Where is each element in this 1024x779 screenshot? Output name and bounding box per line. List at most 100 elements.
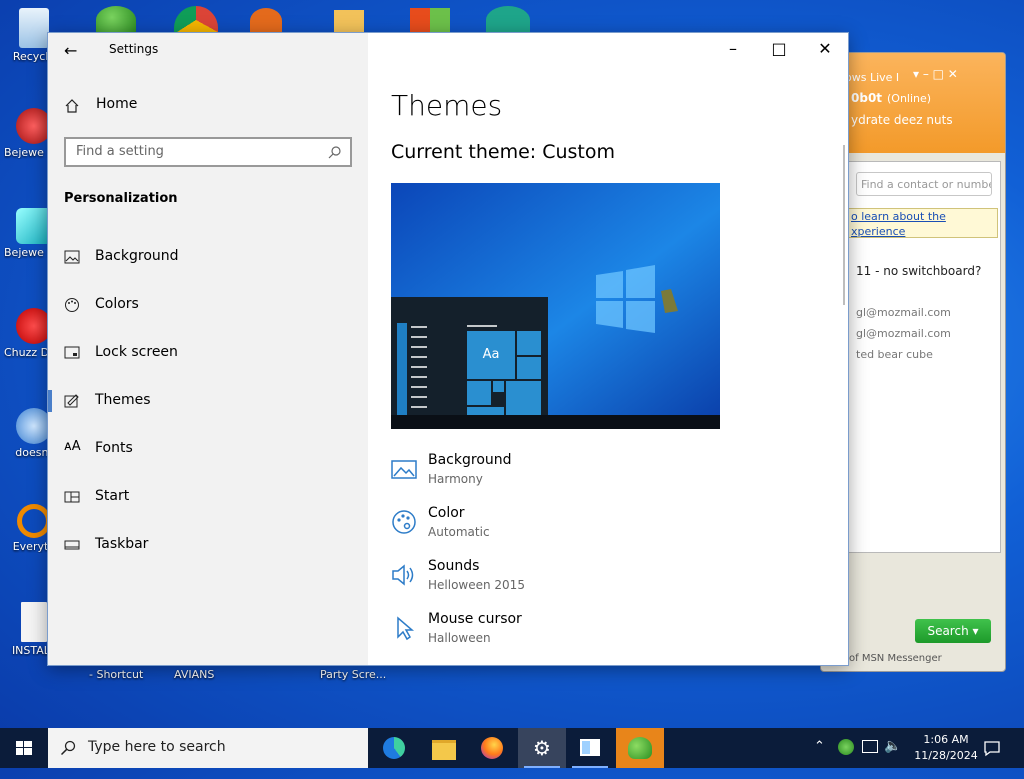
msn-search-button[interactable]: Search ▾ bbox=[915, 619, 991, 643]
lock-screen-icon bbox=[64, 346, 80, 359]
msn-info-banner[interactable]: o learn about the xperience bbox=[848, 208, 998, 238]
msn-footer-text: of MSN Messenger bbox=[849, 653, 942, 664]
search-icon bbox=[60, 740, 76, 756]
msn-header: ows Live I ▾ – □ ✕ 0b0t (Online) ydrate … bbox=[821, 53, 1005, 153]
msn-title: ows Live I bbox=[845, 71, 900, 84]
taskbar-msn-messenger[interactable] bbox=[616, 728, 664, 768]
nav-item-themes[interactable]: Themes bbox=[48, 383, 368, 419]
msn-banner-line: o learn about the bbox=[851, 210, 946, 223]
theme-property-background[interactable]: Background Harmony bbox=[391, 452, 691, 496]
fonts-icon: ᴀA bbox=[64, 439, 81, 454]
minimize-button[interactable]: – bbox=[710, 33, 756, 65]
nav-item-start[interactable]: Start bbox=[48, 479, 368, 515]
windows-logo-icon bbox=[16, 741, 32, 755]
clock-date: 11/28/2024 bbox=[914, 749, 978, 762]
nav-item-background[interactable]: Background bbox=[48, 239, 368, 275]
nav-item-lock-screen[interactable]: Lock screen bbox=[48, 335, 368, 371]
windows-logo-icon[interactable] bbox=[410, 8, 450, 34]
back-arrow-icon[interactable]: ← bbox=[64, 41, 80, 60]
msn-buddies-icon bbox=[628, 737, 652, 759]
maximize-button[interactable]: □ bbox=[756, 33, 802, 65]
chrome-icon[interactable] bbox=[174, 6, 218, 34]
property-name: Sounds bbox=[428, 558, 480, 574]
property-value: Harmony bbox=[428, 472, 483, 486]
taskbar-file-explorer[interactable] bbox=[420, 728, 468, 768]
theme-preview-image bbox=[391, 183, 720, 429]
app-icon bbox=[16, 408, 52, 444]
tray-chevron-icon[interactable]: ⌃ bbox=[814, 739, 825, 779]
theme-property-color[interactable]: Color Automatic bbox=[391, 505, 691, 549]
firefox-icon bbox=[481, 737, 503, 759]
nav-item-colors[interactable]: Colors bbox=[48, 287, 368, 323]
preview-tile-text: Aa bbox=[482, 347, 500, 362]
action-center-icon bbox=[984, 741, 1000, 757]
theme-property-sounds[interactable]: Sounds Helloween 2015 bbox=[391, 558, 691, 602]
volume-icon[interactable]: 🔈 bbox=[884, 738, 901, 778]
speaker-icon bbox=[392, 564, 414, 586]
find-setting-placeholder: Find a setting bbox=[76, 144, 164, 159]
chuzzle-icon bbox=[16, 308, 52, 344]
nav-item-label: Background bbox=[95, 248, 179, 264]
taskbar-search-box[interactable]: Type here to search bbox=[48, 728, 368, 768]
document-icon bbox=[21, 602, 47, 642]
theme-property-mouse-cursor[interactable]: Mouse cursor Halloween bbox=[391, 611, 691, 655]
msn-contact-list[interactable]: Find a contact or numbe o learn about th… bbox=[827, 161, 1001, 553]
taskbar-settings[interactable]: ⚙ bbox=[518, 728, 566, 768]
magnifier-icon bbox=[17, 504, 51, 538]
taskbar-app-window[interactable] bbox=[566, 728, 614, 768]
msn-status[interactable]: (Online) bbox=[887, 92, 931, 105]
network-icon[interactable] bbox=[862, 740, 878, 753]
property-name: Background bbox=[428, 452, 512, 468]
taskbar-search-placeholder: Type here to search bbox=[88, 739, 226, 755]
app-window-icon bbox=[580, 739, 600, 756]
msn-window-controls[interactable]: ▾ – □ ✕ bbox=[913, 67, 958, 81]
start-button[interactable] bbox=[0, 728, 48, 768]
settings-window[interactable]: ← Settings Home Find a setting Personali… bbox=[48, 33, 848, 665]
taskbar-firefox[interactable] bbox=[468, 728, 516, 768]
palette-icon bbox=[392, 510, 416, 534]
property-name: Color bbox=[428, 505, 465, 521]
msn-find-contact-input[interactable]: Find a contact or numbe bbox=[856, 172, 992, 196]
picture-icon bbox=[64, 250, 80, 264]
nav-item-label: Themes bbox=[95, 392, 151, 408]
taskbar-icon bbox=[64, 540, 80, 550]
selection-indicator bbox=[48, 390, 52, 412]
search-icon bbox=[328, 146, 341, 159]
msn-contact-line[interactable]: gl@mozmail.com bbox=[856, 306, 951, 319]
nav-item-taskbar[interactable]: Taskbar bbox=[48, 527, 368, 563]
section-heading: Personalization bbox=[64, 191, 178, 206]
start-icon bbox=[64, 491, 80, 503]
scrollbar[interactable] bbox=[843, 145, 845, 305]
taskbar-edge[interactable] bbox=[370, 728, 418, 768]
gear-icon: ⚙ bbox=[533, 736, 551, 760]
nav-item-label: Colors bbox=[95, 296, 139, 312]
property-name: Mouse cursor bbox=[428, 611, 522, 627]
desktop-icon-label: AVIANS bbox=[174, 668, 215, 681]
themes-icon bbox=[64, 394, 79, 408]
msn-contact-line[interactable]: 11 - no switchboard? bbox=[856, 264, 981, 278]
nav-item-label: Lock screen bbox=[95, 344, 178, 360]
property-value: Automatic bbox=[428, 525, 490, 539]
notification-icon[interactable] bbox=[982, 738, 1002, 758]
close-button[interactable]: ✕ bbox=[802, 33, 848, 65]
msn-contact-line[interactable]: ted bear cube bbox=[856, 348, 933, 361]
system-clock[interactable]: 1:06 AM 11/28/2024 bbox=[906, 732, 986, 764]
nav-item-fonts[interactable]: ᴀA Fonts bbox=[48, 431, 368, 467]
theme-preview: Aa bbox=[391, 183, 720, 429]
nav-item-label: Fonts bbox=[95, 440, 133, 456]
msn-banner-line: xperience bbox=[851, 225, 906, 238]
desktop-app-icon[interactable] bbox=[334, 10, 364, 34]
folder-icon bbox=[432, 740, 456, 760]
find-setting-input[interactable]: Find a setting bbox=[64, 137, 352, 167]
page-title: Themes bbox=[391, 89, 503, 122]
cursor-icon bbox=[397, 616, 415, 641]
msn-contact-line[interactable]: gl@mozmail.com bbox=[856, 327, 951, 340]
desktop-app-icon[interactable] bbox=[250, 8, 282, 34]
msn-tray-icon[interactable] bbox=[838, 739, 854, 755]
recycle-bin-icon bbox=[19, 8, 49, 48]
desktop-app-icon[interactable] bbox=[486, 6, 530, 34]
msn-personal-message[interactable]: ydrate deez nuts bbox=[851, 113, 953, 127]
current-theme-heading: Current theme: Custom bbox=[391, 141, 616, 163]
gem-icon bbox=[16, 208, 52, 244]
desktop-icon-msn-people[interactable] bbox=[96, 6, 136, 34]
